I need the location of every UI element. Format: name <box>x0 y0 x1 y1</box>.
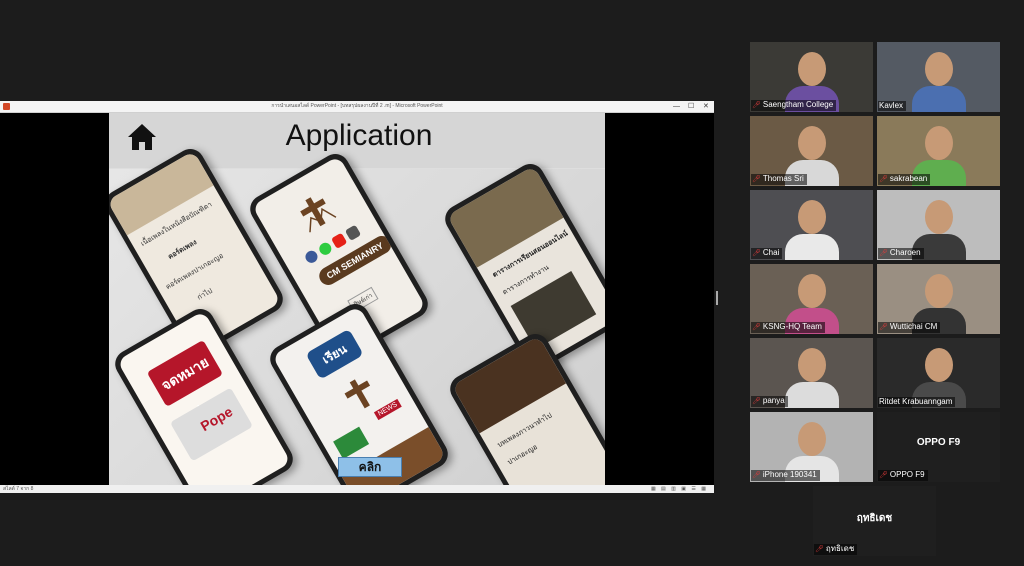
participant-tile[interactable]: ฤทธิเดช 🎤︎ ฤทธิเดช <box>813 486 936 556</box>
minimize-button[interactable]: — <box>673 102 680 111</box>
participant-name-label: 🎤︎ sakrabean <box>878 174 931 185</box>
home-icon[interactable] <box>127 123 157 151</box>
participant-name: Kavlex <box>879 101 904 110</box>
participant-name-label: Kavlex <box>878 101 907 111</box>
participant-tile[interactable]: OPPO F9 🎤︎ OPPO F9 <box>877 412 1000 482</box>
participant-name: Saengtham College <box>762 100 834 109</box>
participant-name: OPPO F9 <box>889 470 925 479</box>
app-collage-image: เนื้อเพลงในหนังสือบัณฑิตา คอร์ดเพลง คอร์… <box>109 143 605 485</box>
participant-tile[interactable]: 🎤︎ sakrabean <box>877 116 1000 186</box>
muted-mic-icon: 🎤︎ <box>879 324 888 331</box>
muted-mic-icon: 🎤︎ <box>879 176 888 183</box>
participant-name-label: 🎤︎ Charoen <box>878 248 924 259</box>
muted-mic-icon: 🎤︎ <box>752 472 761 479</box>
phone-text: คอร์ดเพลง <box>167 238 199 261</box>
muted-mic-icon: 🎤︎ <box>879 250 888 257</box>
participant-video <box>912 86 966 112</box>
participant-tile[interactable]: 🎤︎ Saengtham College <box>750 42 873 112</box>
powerpoint-titlebar: การนำเสนอสไลด์ PowerPoint - [บทสรุปผลงาน… <box>0 101 714 113</box>
participant-face <box>925 200 953 234</box>
participant-display-name: OPPO F9 <box>916 437 961 448</box>
muted-mic-icon: 🎤︎ <box>752 398 761 405</box>
participant-name-label: 🎤︎ Saengtham College <box>751 100 837 111</box>
participant-video <box>785 234 839 260</box>
participant-face <box>798 348 826 382</box>
participant-name: Charoen <box>889 248 921 257</box>
participant-face <box>925 126 953 160</box>
muted-mic-icon: 🎤︎ <box>752 250 761 257</box>
phone-mockup-prayer: บทเพลงภาวนาทำไป ปาเกอะญอ <box>445 328 605 485</box>
participant-name: panya <box>762 396 785 405</box>
phone-text: ปาเกอะญอ <box>506 443 539 467</box>
participant-name: ฤทธิเดช <box>825 544 855 553</box>
participant-tile[interactable]: Kavlex <box>877 42 1000 112</box>
participant-name-label: 🎤︎ OPPO F9 <box>878 470 928 481</box>
slide-title: Application <box>285 119 433 152</box>
click-button[interactable]: คลิก <box>338 457 402 477</box>
view-controls[interactable]: ▦ ▤ ▥ ▣ ☰ ▦ <box>651 485 708 493</box>
muted-mic-icon: 🎤︎ <box>879 472 888 479</box>
muted-mic-icon: 🎤︎ <box>752 102 761 109</box>
phone-text: ก่าไป <box>196 287 214 302</box>
muted-mic-icon: 🎤︎ <box>752 324 761 331</box>
panel-resize-handle[interactable] <box>716 291 718 305</box>
participant-name: iPhone 190341 <box>762 470 817 479</box>
home-small-icon <box>344 224 362 242</box>
participant-name: KSNG-HQ Team <box>762 322 822 331</box>
participant-display-name: ฤทธิเดช <box>856 513 893 524</box>
status-bar: สไลด์ 7 จาก 8 ▦ ▤ ▥ ▣ ☰ ▦ <box>0 485 714 493</box>
participant-name-label: 🎤︎ panya <box>751 396 788 407</box>
participant-name-label: 🎤︎ Wuttichai CM <box>878 322 941 333</box>
participant-face <box>798 422 826 456</box>
participant-tile[interactable]: 🎤︎ Wuttichai CM <box>877 264 1000 334</box>
participant-tile[interactable]: 🎤︎ Chai <box>750 190 873 260</box>
window-title: การนำเสนอสไลด์ PowerPoint - [บทสรุปผลงาน… <box>271 103 443 109</box>
participant-tile[interactable]: Ritdet Krabuanngam <box>877 338 1000 408</box>
participant-tile[interactable]: 🎤︎ panya <box>750 338 873 408</box>
participant-name-label: 🎤︎ Thomas Sri <box>751 174 807 185</box>
participant-face <box>798 52 826 86</box>
maximize-button[interactable]: ☐ <box>688 102 694 111</box>
participant-face <box>925 52 953 86</box>
participant-face <box>925 348 953 382</box>
participant-name: Ritdet Krabuanngam <box>879 397 953 406</box>
muted-mic-icon: 🎤︎ <box>752 176 761 183</box>
participant-name-label: 🎤︎ iPhone 190341 <box>751 470 820 481</box>
muted-mic-icon: 🎤︎ <box>815 546 824 553</box>
slide: Application เนื้อเพลงในหนังสือบัณฑิตา คอ… <box>109 113 605 485</box>
participant-name: Wuttichai CM <box>889 322 938 331</box>
youtube-icon <box>330 232 348 250</box>
participant-face <box>798 126 826 160</box>
participant-name-label: Ritdet Krabuanngam <box>878 397 956 407</box>
participant-face <box>798 200 826 234</box>
participant-tile[interactable]: 🎤︎ Charoen <box>877 190 1000 260</box>
participant-name-label: 🎤︎ ฤทธิเดช <box>814 544 858 555</box>
participant-name: Chai <box>762 248 780 257</box>
shared-screen: การนำเสนอสไลด์ PowerPoint - [บทสรุปผลงาน… <box>0 101 714 493</box>
participant-face <box>798 274 826 308</box>
line-icon <box>317 240 334 258</box>
participant-video <box>785 382 839 408</box>
learn-box: เรียน <box>305 328 364 380</box>
participant-name: Thomas Sri <box>762 174 804 183</box>
slide-counter: สไลด์ 7 จาก 8 <box>3 486 34 492</box>
seminary-logo-icon <box>300 197 337 233</box>
cm-seminary-pill: CM SEMIANRY <box>316 232 394 289</box>
participant-name-label: 🎤︎ Chai <box>751 248 783 259</box>
close-button[interactable]: ✕ <box>703 102 709 111</box>
participant-tile[interactable]: 🎤︎ KSNG-HQ Team <box>750 264 873 334</box>
participant-tile[interactable]: 🎤︎ Thomas Sri <box>750 116 873 186</box>
participant-face <box>925 274 953 308</box>
phone-mockup-newsletter: จดหมายข่าว Pope <box>110 303 298 485</box>
participant-name-label: 🎤︎ KSNG-HQ Team <box>751 322 825 333</box>
facebook-icon <box>303 248 320 266</box>
participant-name: sakrabean <box>889 174 928 183</box>
participant-tile[interactable]: 🎤︎ iPhone 190341 <box>750 412 873 482</box>
